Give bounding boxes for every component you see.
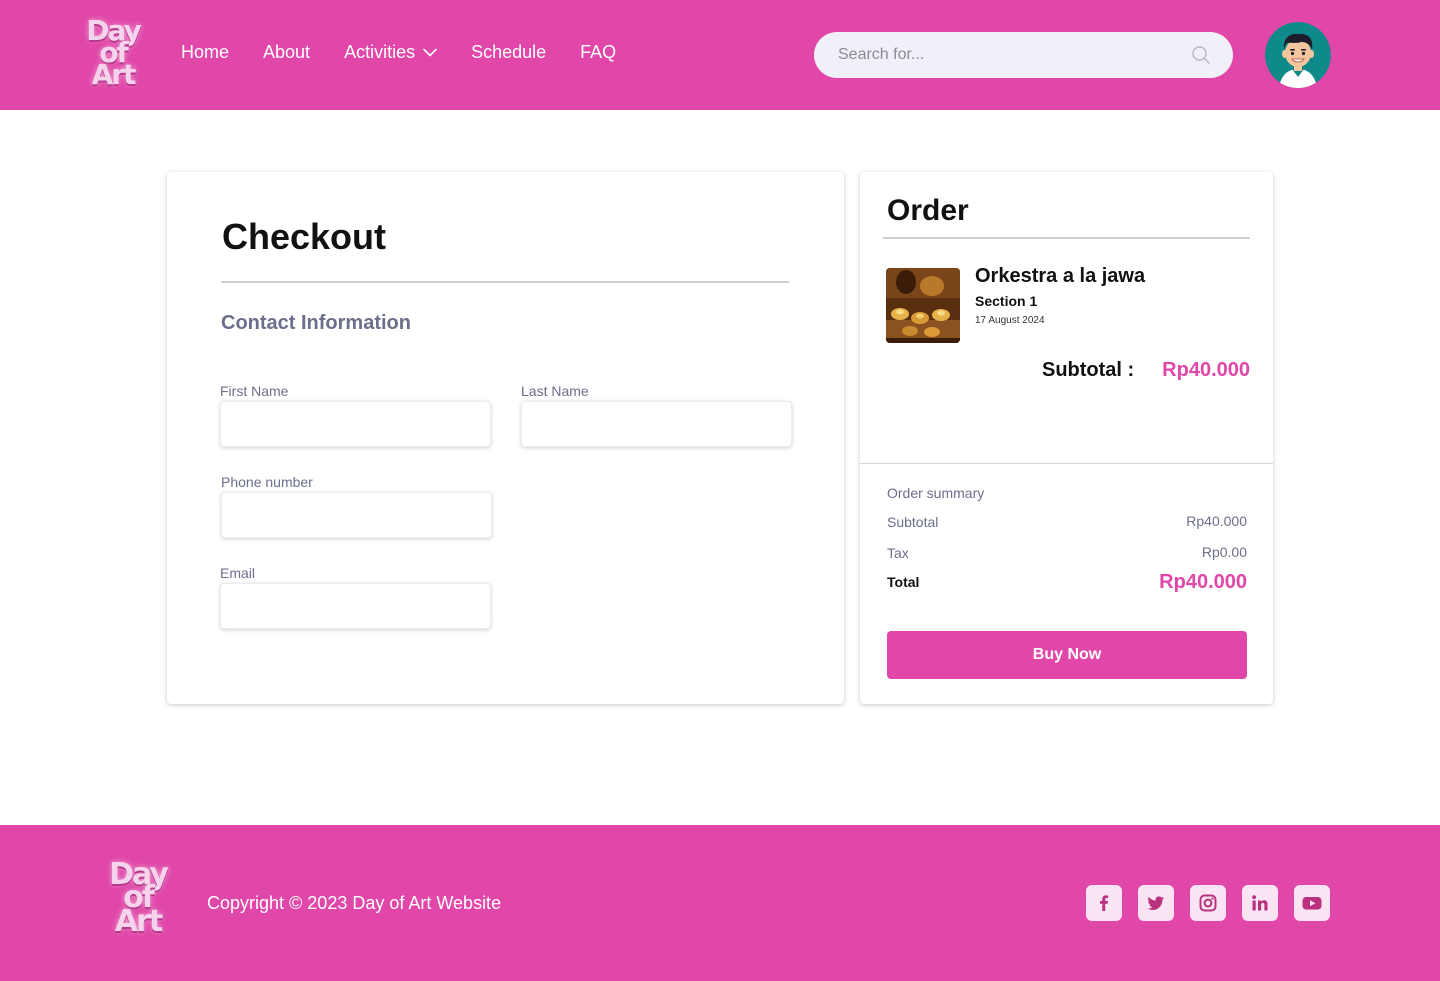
- linkedin-icon: [1252, 895, 1268, 911]
- phone-number-label: Phone number: [221, 474, 313, 490]
- product-date: 17 August 2024: [975, 315, 1045, 326]
- summary-total-value: Rp40.000: [1159, 571, 1247, 593]
- product-thumbnail: [886, 268, 960, 343]
- site-footer: Day of Art Copyright © 2023 Day of Art W…: [0, 825, 1440, 981]
- buy-now-button[interactable]: Buy Now: [887, 631, 1247, 679]
- nav-item-home[interactable]: Home: [181, 42, 229, 63]
- main-nav: Home About Activities Schedule FAQ: [181, 42, 616, 63]
- order-title: Order: [887, 194, 969, 227]
- first-name-label: First Name: [220, 383, 289, 399]
- instagram-icon: [1199, 894, 1217, 912]
- phone-number-field[interactable]: [222, 493, 491, 537]
- last-name-field[interactable]: [522, 402, 791, 446]
- contact-information-heading: Contact Information: [221, 312, 411, 334]
- nav-item-faq[interactable]: FAQ: [580, 42, 616, 63]
- search-input[interactable]: [838, 32, 1178, 78]
- subtotal-label: Subtotal :: [1042, 359, 1135, 381]
- youtube-icon: [1302, 897, 1322, 910]
- summary-total-label: Total: [887, 574, 920, 590]
- instagram-link[interactable]: [1190, 885, 1226, 921]
- user-avatar[interactable]: [1265, 22, 1331, 88]
- nav-label-about: About: [263, 42, 311, 62]
- last-name-field-box: [521, 401, 792, 447]
- gamelan-image-icon: [886, 268, 960, 343]
- social-links: [1086, 885, 1330, 921]
- nav-label-home: Home: [181, 42, 230, 62]
- footer-day-of-art-logo[interactable]: Day of Art: [102, 859, 174, 939]
- twitter-icon: [1147, 896, 1164, 910]
- checkout-card: Checkout Contact Information First Name …: [167, 172, 844, 704]
- twitter-link[interactable]: [1138, 885, 1174, 921]
- summary-subtotal-value: Rp40.000: [1186, 513, 1247, 529]
- summary-tax-label: Tax: [887, 545, 909, 561]
- product-section: Section 1: [975, 293, 1038, 309]
- product-name: Orkestra a la jawa: [975, 265, 1146, 287]
- phone-number-field-box: [221, 492, 492, 538]
- summary-divider: [860, 463, 1273, 464]
- nav-label-faq: FAQ: [580, 42, 617, 62]
- facebook-link[interactable]: [1086, 885, 1122, 921]
- checkout-title: Checkout: [222, 216, 387, 257]
- nav-label-activities: Activities: [344, 42, 416, 62]
- order-summary-heading: Order summary: [887, 485, 985, 501]
- youtube-link[interactable]: [1294, 885, 1330, 921]
- chevron-down-icon: [423, 48, 437, 57]
- linkedin-link[interactable]: [1242, 885, 1278, 921]
- order-divider: [883, 237, 1250, 239]
- avatar-illustration-icon: [1265, 22, 1331, 88]
- search-bar: [814, 32, 1233, 78]
- email-field[interactable]: [221, 584, 490, 628]
- footer-logo-line-3: Art: [114, 903, 163, 939]
- logo-line-3: Art: [91, 57, 137, 91]
- site-header: Day of Art Home About Activities Schedul…: [0, 0, 1440, 110]
- copyright-text: Copyright © 2023 Day of Art Website: [207, 893, 502, 913]
- subtotal-value: Rp40.000: [1162, 359, 1250, 381]
- nav-item-activities[interactable]: Activities: [344, 42, 437, 63]
- last-name-label: Last Name: [521, 383, 589, 399]
- first-name-field[interactable]: [221, 402, 490, 446]
- email-field-box: [220, 583, 491, 629]
- nav-item-schedule[interactable]: Schedule: [471, 42, 546, 63]
- day-of-art-logo[interactable]: Day of Art: [80, 17, 146, 91]
- search-icon[interactable]: [1191, 45, 1211, 65]
- first-name-field-box: [220, 401, 491, 447]
- nav-label-schedule: Schedule: [471, 42, 547, 62]
- facebook-icon: [1100, 895, 1109, 911]
- order-card: Order Orkestra a la jawa Section 1 17 Au…: [860, 172, 1273, 704]
- nav-item-about[interactable]: About: [263, 42, 310, 63]
- summary-subtotal-label: Subtotal: [887, 514, 939, 530]
- summary-tax-value: Rp0.00: [1201, 544, 1247, 560]
- email-label: Email: [220, 565, 256, 581]
- checkout-divider: [221, 281, 789, 283]
